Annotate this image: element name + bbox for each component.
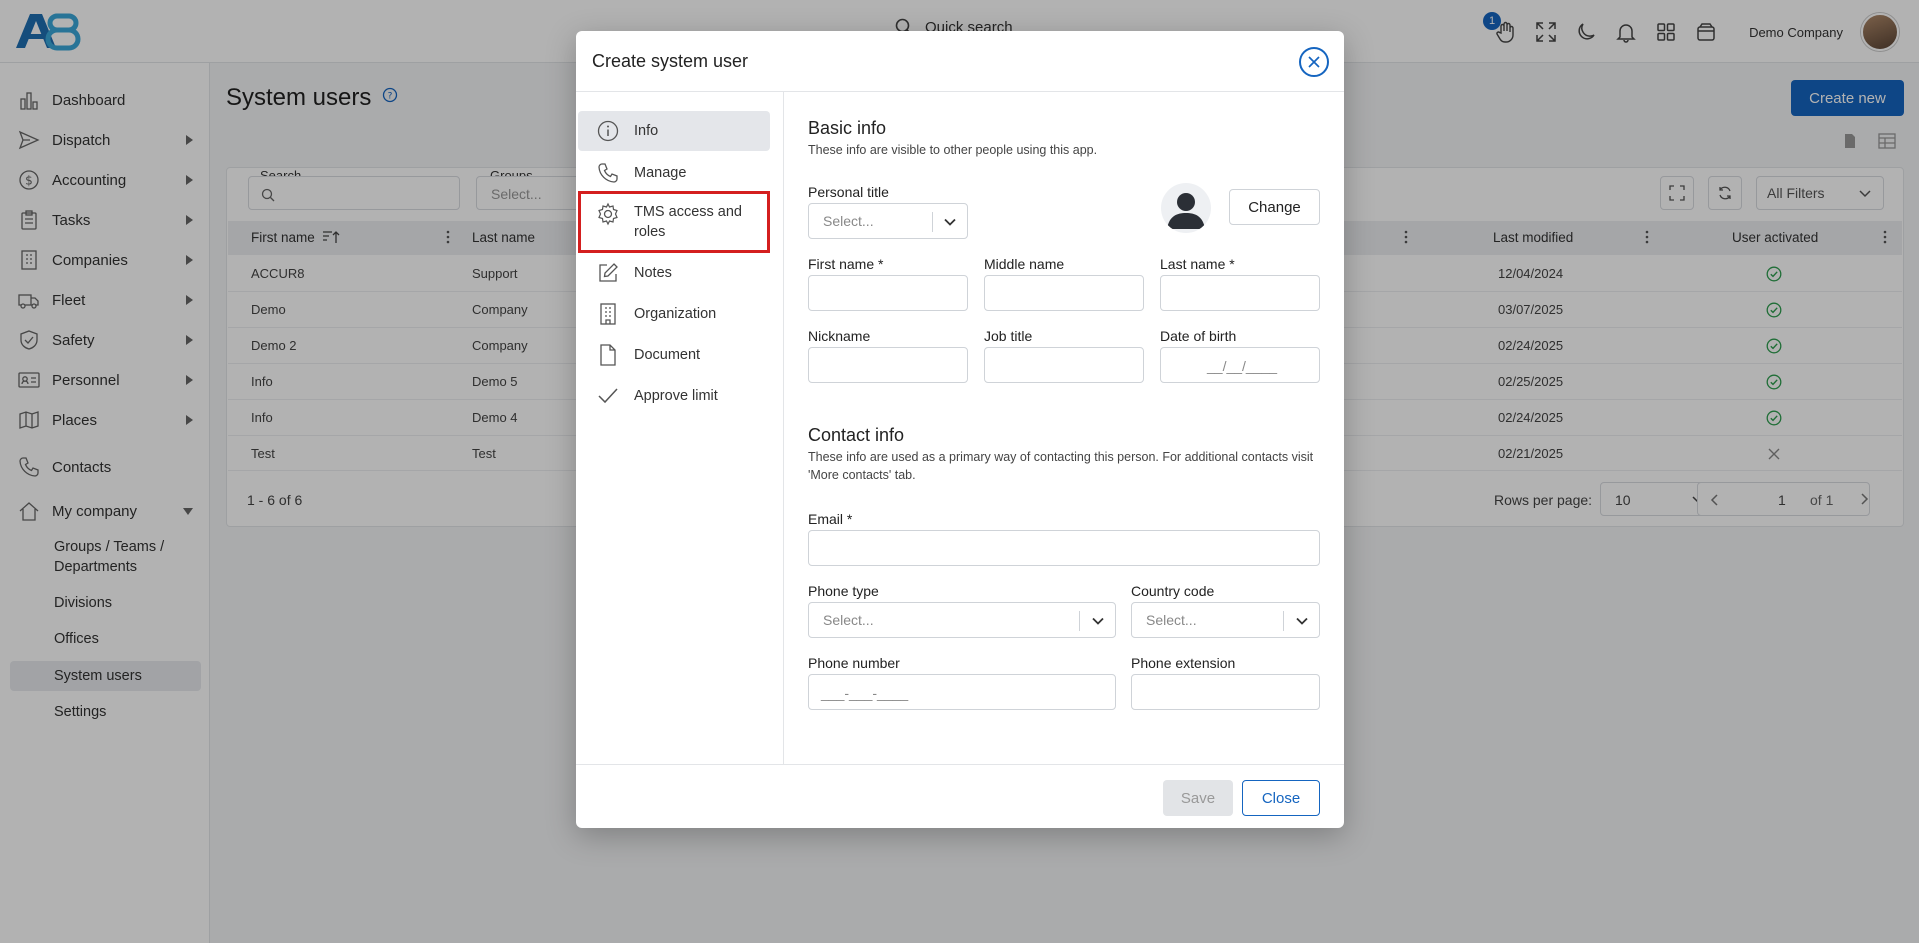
tab-label: Organization bbox=[634, 306, 717, 322]
save-button[interactable]: Save bbox=[1163, 780, 1233, 816]
file-icon bbox=[600, 344, 616, 366]
phone-type-select[interactable]: Select... bbox=[808, 602, 1116, 638]
phone-number-placeholder: ___-___-____ bbox=[821, 685, 909, 701]
dialog-tab-tms-access-roles[interactable]: TMS access and roles bbox=[578, 191, 770, 253]
divider bbox=[576, 91, 1344, 92]
basic-info-description: These info are visible to other people u… bbox=[808, 143, 1098, 157]
dialog-tab-document[interactable]: Document bbox=[578, 335, 770, 375]
email-input[interactable] bbox=[808, 530, 1320, 566]
phone-type-label: Phone type bbox=[808, 583, 879, 599]
chevron-down-icon bbox=[944, 218, 956, 226]
nickname-label: Nickname bbox=[808, 328, 871, 344]
user-silhouette-icon bbox=[1167, 193, 1205, 229]
middle-name-label: Middle name bbox=[984, 256, 1065, 272]
first-name-label: First name * bbox=[808, 256, 884, 272]
job-title-input[interactable] bbox=[984, 347, 1144, 383]
dialog-tab-notes[interactable]: Notes bbox=[578, 253, 770, 293]
contact-info-title: Contact info bbox=[808, 425, 905, 445]
divider bbox=[783, 92, 784, 764]
personal-title-placeholder: Select... bbox=[823, 213, 874, 229]
chevron-down-icon bbox=[1092, 617, 1104, 625]
personal-title-label: Personal title bbox=[808, 184, 889, 200]
divider bbox=[1079, 611, 1080, 631]
gear-icon bbox=[598, 202, 618, 226]
change-avatar-button[interactable]: Change bbox=[1229, 189, 1320, 225]
job-title-label: Job title bbox=[984, 328, 1033, 344]
chevron-down-icon bbox=[1296, 617, 1308, 625]
phone-icon bbox=[598, 163, 618, 183]
contact-info-description: These info are used as a primary way of … bbox=[808, 450, 1314, 482]
last-name-label: Last name * bbox=[1160, 256, 1235, 272]
personal-title-select[interactable]: Select... bbox=[808, 203, 968, 239]
tab-label: TMS access and roles bbox=[634, 204, 742, 240]
building-icon bbox=[600, 303, 616, 325]
dialog-tab-approve-limit[interactable]: Approve limit bbox=[578, 376, 770, 416]
dialog-tab-organization[interactable]: Organization bbox=[578, 294, 770, 334]
last-name-input[interactable] bbox=[1160, 275, 1320, 311]
tab-label: Info bbox=[634, 123, 659, 139]
create-system-user-dialog: Create system user Info Manage TMS acces… bbox=[576, 31, 1344, 828]
first-name-input[interactable] bbox=[808, 275, 968, 311]
phone-number-input[interactable]: ___-___-____ bbox=[808, 674, 1116, 710]
country-code-select[interactable]: Select... bbox=[1131, 602, 1320, 638]
phone-number-label: Phone number bbox=[808, 655, 900, 671]
tab-label: Notes bbox=[634, 265, 672, 281]
avatar-placeholder bbox=[1161, 183, 1211, 233]
dialog-tab-manage[interactable]: Manage bbox=[578, 153, 770, 193]
nickname-input[interactable] bbox=[808, 347, 968, 383]
date-of-birth-placeholder: __/__/____ bbox=[1207, 358, 1278, 374]
dialog-tab-info[interactable]: Info bbox=[578, 111, 770, 151]
tab-label: Document bbox=[634, 347, 701, 363]
tab-label: Approve limit bbox=[634, 388, 718, 404]
close-button[interactable]: Close bbox=[1242, 780, 1320, 816]
phone-extension-input[interactable] bbox=[1131, 674, 1320, 710]
email-label: Email * bbox=[808, 511, 853, 527]
country-code-label: Country code bbox=[1131, 583, 1215, 599]
middle-name-input[interactable] bbox=[984, 275, 1144, 311]
edit-icon bbox=[599, 263, 618, 282]
divider bbox=[1283, 611, 1284, 631]
check-icon bbox=[598, 388, 618, 404]
close-icon bbox=[1308, 56, 1320, 68]
info-icon bbox=[597, 120, 619, 142]
dialog-title: Create system user bbox=[592, 51, 749, 71]
date-of-birth-label: Date of birth bbox=[1160, 328, 1237, 344]
phone-type-placeholder: Select... bbox=[823, 612, 874, 628]
date-of-birth-input[interactable]: __/__/____ bbox=[1160, 347, 1320, 383]
basic-info-title: Basic info bbox=[808, 118, 887, 138]
dialog-close-button[interactable] bbox=[1299, 47, 1329, 77]
divider bbox=[932, 212, 933, 232]
divider bbox=[576, 764, 1344, 765]
tab-label: Manage bbox=[634, 165, 687, 181]
country-code-placeholder: Select... bbox=[1146, 612, 1197, 628]
phone-extension-label: Phone extension bbox=[1131, 655, 1236, 671]
